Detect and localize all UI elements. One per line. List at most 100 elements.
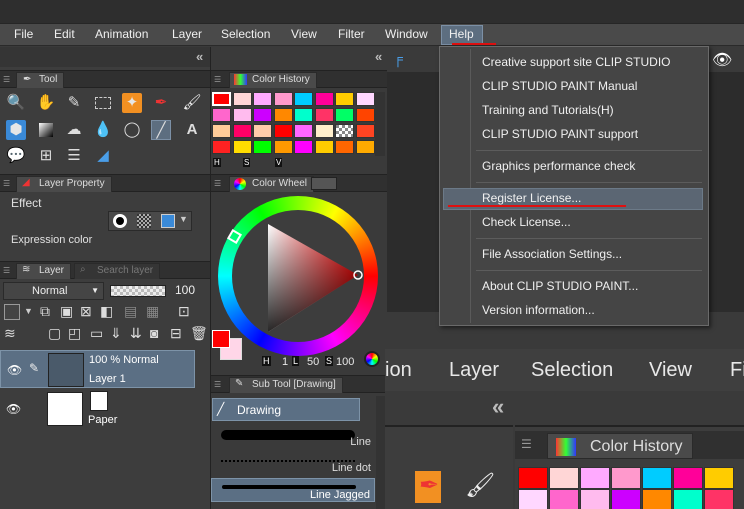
- balloon-icon[interactable]: 💬: [6, 146, 26, 166]
- color-swatch[interactable]: [273, 108, 293, 122]
- trash-icon[interactable]: 🗑: [190, 325, 208, 342]
- blend-mode-select[interactable]: Normal ▼: [3, 282, 104, 300]
- color-swatch[interactable]: [294, 92, 313, 106]
- lower-collapse-icon[interactable]: «: [492, 394, 504, 420]
- chevron-down-icon[interactable]: ▼: [179, 214, 188, 224]
- menu-item-manual[interactable]: CLIP STUDIO PAINT Manual: [482, 79, 637, 93]
- lower-menu-selection[interactable]: Selection: [531, 359, 613, 382]
- new-vector-layer-icon[interactable]: ◰: [68, 325, 81, 342]
- tone-effect-icon[interactable]: [137, 214, 151, 228]
- color-swatch[interactable]: [273, 124, 293, 138]
- lock-icon[interactable]: ▣: [60, 303, 73, 320]
- mask-icon[interactable]: ◙: [150, 325, 158, 341]
- main-color-swatch[interactable]: [212, 330, 230, 348]
- sub-tool-group-drawing[interactable]: ╱ Drawing: [212, 398, 360, 421]
- clip-icon[interactable]: ⧉: [40, 303, 50, 320]
- fill-icon[interactable]: ⬢: [6, 120, 26, 140]
- lower-menu-layer[interactable]: Layer: [449, 359, 499, 382]
- sub-tool-line[interactable]: Line: [211, 426, 375, 450]
- lower-menu-view[interactable]: View: [649, 359, 692, 382]
- tab-sub-tool[interactable]: ✎ Sub Tool [Drawing]: [229, 377, 343, 393]
- color-swatch[interactable]: [355, 140, 375, 154]
- layer-color-swatch-icon[interactable]: [4, 304, 20, 320]
- panel-menu-icon[interactable]: ☰: [214, 380, 224, 389]
- color-swatch[interactable]: [355, 124, 375, 138]
- opacity-slider[interactable]: [110, 285, 166, 297]
- panel-menu-icon[interactable]: ☰: [214, 75, 224, 84]
- pen-icon[interactable]: ✒: [151, 93, 171, 113]
- sub-tool-line-dot[interactable]: Line dot: [211, 452, 375, 476]
- color-swatch[interactable]: [273, 140, 293, 154]
- menu-item-support[interactable]: CLIP STUDIO PAINT support: [482, 127, 638, 141]
- menu-window[interactable]: Window: [383, 27, 430, 43]
- blend-icon[interactable]: ☁: [64, 120, 84, 140]
- menu-item-version[interactable]: Version information...: [482, 303, 595, 317]
- grid-layer-icon[interactable]: ▦: [146, 303, 159, 320]
- lower-menu-animation[interactable]: ion: [385, 359, 412, 382]
- transfer-down-icon[interactable]: ⇓: [110, 325, 122, 342]
- menu-layer[interactable]: Layer: [170, 27, 204, 43]
- collapse-right-icon[interactable]: «: [375, 49, 382, 64]
- color-swatch[interactable]: [253, 124, 272, 138]
- color-swatch[interactable]: [253, 92, 272, 106]
- color-swatch[interactable]: [212, 140, 231, 154]
- drops-icon[interactable]: 💧: [93, 120, 113, 140]
- eye-view-icon[interactable]: 👁: [712, 50, 732, 70]
- line-tool-icon[interactable]: ╱: [151, 120, 171, 140]
- lower-menu-filter[interactable]: Fi: [730, 359, 744, 382]
- panel-menu-icon[interactable]: ☰: [3, 266, 13, 275]
- zoom-icon[interactable]: 🔍: [6, 93, 26, 113]
- color-slider-tab-icon[interactable]: [311, 177, 337, 190]
- color-swatch[interactable]: [314, 108, 334, 122]
- menu-help[interactable]: Help: [441, 25, 483, 45]
- layer-options-icon[interactable]: ⊡: [178, 303, 190, 320]
- reference-icon[interactable]: ◧: [100, 303, 113, 320]
- menu-item-creative-support[interactable]: Creative support site CLIP STUDIO: [482, 55, 671, 69]
- color-swatch[interactable]: [314, 140, 334, 154]
- menu-animation[interactable]: Animation: [93, 27, 150, 43]
- eye-icon[interactable]: 👁: [6, 402, 21, 416]
- layer-color-icon[interactable]: [161, 214, 175, 228]
- brush-icon[interactable]: 🖌: [182, 93, 202, 113]
- new-raster-layer-icon[interactable]: ▢: [48, 325, 61, 342]
- chevron-down-icon[interactable]: ▼: [24, 306, 33, 316]
- color-swatch[interactable]: [355, 92, 375, 106]
- color-swatch[interactable]: [232, 108, 252, 122]
- color-history-scrollbar[interactable]: [375, 92, 385, 156]
- color-swatch[interactable]: [335, 108, 354, 122]
- menu-item-file-association[interactable]: File Association Settings...: [482, 247, 622, 261]
- border-effect-icon[interactable]: [113, 214, 127, 228]
- menu-edit[interactable]: Edit: [52, 27, 77, 43]
- color-swatch[interactable]: [212, 92, 231, 106]
- color-swatch[interactable]: [294, 108, 313, 122]
- panel-menu-icon[interactable]: ☰: [3, 179, 13, 188]
- layer-row[interactable]: 👁 Paper: [0, 390, 195, 428]
- menu-item-about[interactable]: About CLIP STUDIO PAINT...: [482, 279, 638, 293]
- move-icon[interactable]: ✋: [36, 93, 56, 113]
- color-swatch[interactable]: [212, 108, 231, 122]
- selection-icon[interactable]: [93, 93, 113, 113]
- color-swatch[interactable]: [294, 124, 313, 138]
- ruler-toggle-icon[interactable]: ╒: [393, 50, 403, 66]
- color-swatch[interactable]: [335, 92, 354, 106]
- color-swatch[interactable]: [314, 92, 334, 106]
- menu-file[interactable]: File: [12, 27, 35, 43]
- color-swatch[interactable]: [273, 92, 293, 106]
- gradient-icon[interactable]: [36, 120, 56, 140]
- color-swatch[interactable]: [253, 108, 272, 122]
- menu-item-tutorials[interactable]: Training and Tutorials(H): [482, 103, 614, 117]
- color-swatch[interactable]: [212, 124, 231, 138]
- menu-item-check-license[interactable]: Check License...: [482, 215, 571, 229]
- opacity-value[interactable]: 100: [175, 283, 195, 297]
- merge-icon[interactable]: ⇊: [130, 325, 142, 342]
- ruler-icon[interactable]: ◢: [93, 146, 113, 166]
- tab-tool[interactable]: ✒ Tool: [16, 72, 65, 88]
- tab-color-history[interactable]: Color History: [229, 72, 317, 88]
- panel-menu-icon[interactable]: ☰: [521, 437, 532, 451]
- color-swatch[interactable]: [232, 140, 252, 154]
- eye-icon[interactable]: 👁: [7, 363, 22, 377]
- sub-tool-line-jagged[interactable]: Line Jagged: [211, 478, 375, 502]
- color-swatch[interactable]: [253, 140, 272, 154]
- panel-menu-icon[interactable]: ☰: [3, 75, 13, 84]
- saturation-triangle[interactable]: [232, 210, 364, 342]
